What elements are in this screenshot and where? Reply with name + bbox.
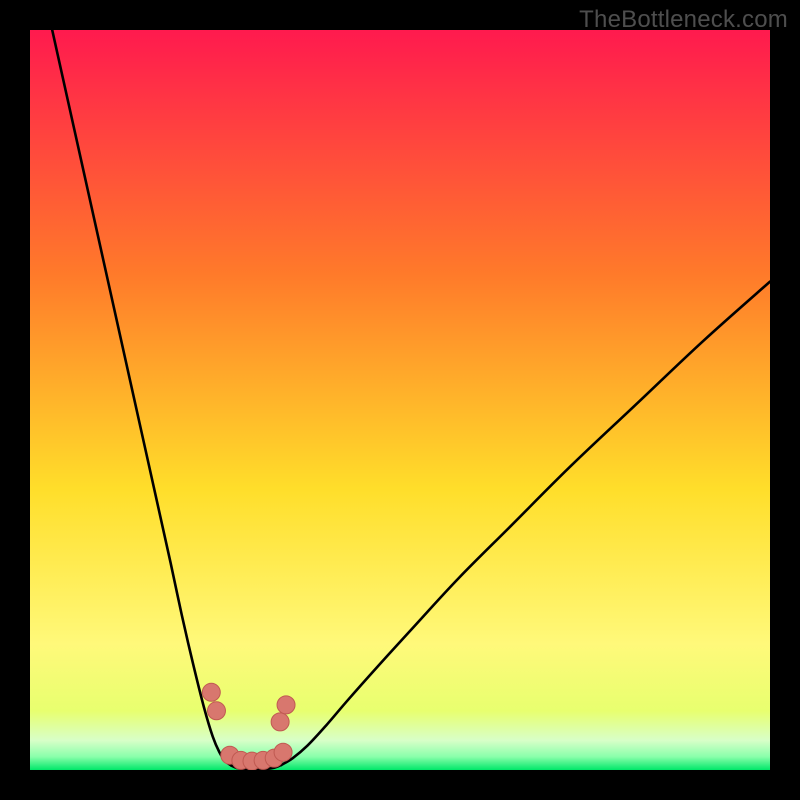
data-marker	[271, 713, 289, 731]
data-marker	[207, 702, 225, 720]
chart-svg	[30, 30, 770, 770]
outer-frame: TheBottleneck.com	[0, 0, 800, 800]
data-marker	[277, 696, 295, 714]
data-marker	[274, 743, 292, 761]
plot-area	[30, 30, 770, 770]
data-marker	[202, 683, 220, 701]
gradient-background	[30, 30, 770, 770]
watermark-text: TheBottleneck.com	[579, 6, 788, 34]
